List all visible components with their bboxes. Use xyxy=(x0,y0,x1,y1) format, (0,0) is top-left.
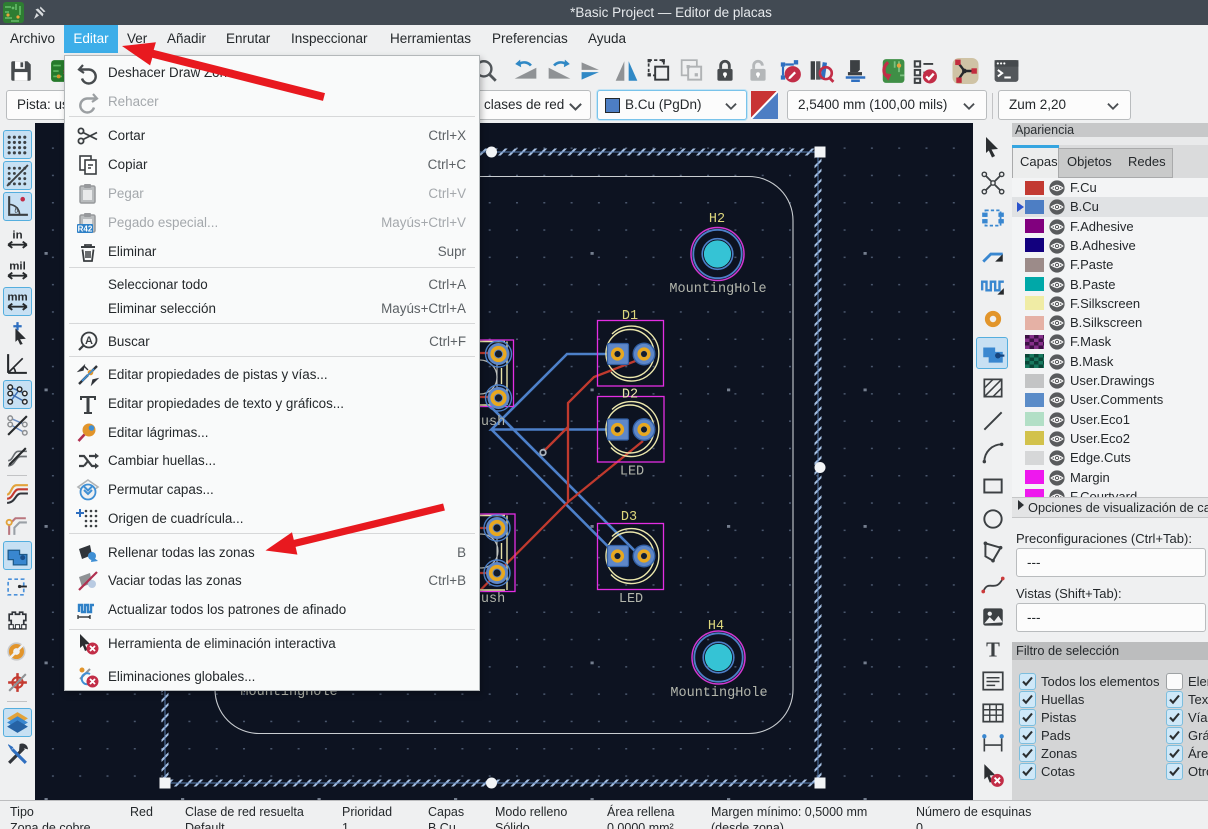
svg-text:D3: D3 xyxy=(621,510,637,525)
svg-text:T: T xyxy=(986,640,1000,662)
svg-text:H4: H4 xyxy=(708,619,724,634)
svg-text:θ: θ xyxy=(14,206,18,215)
svg-text:D1: D1 xyxy=(622,309,638,324)
svg-text:LED: LED xyxy=(620,465,644,480)
svg-text:LED: LED xyxy=(619,592,643,607)
svg-text:MountingHole: MountingHole xyxy=(670,686,767,701)
svg-text:in: in xyxy=(12,229,22,241)
svg-text:MountingHole: MountingHole xyxy=(669,282,766,297)
svg-text:H2: H2 xyxy=(709,212,725,227)
svg-text:mm: mm xyxy=(7,291,27,303)
svg-text:mil: mil xyxy=(9,260,26,272)
svg-text:R42: R42 xyxy=(78,224,93,233)
svg-text:D2: D2 xyxy=(622,388,638,403)
